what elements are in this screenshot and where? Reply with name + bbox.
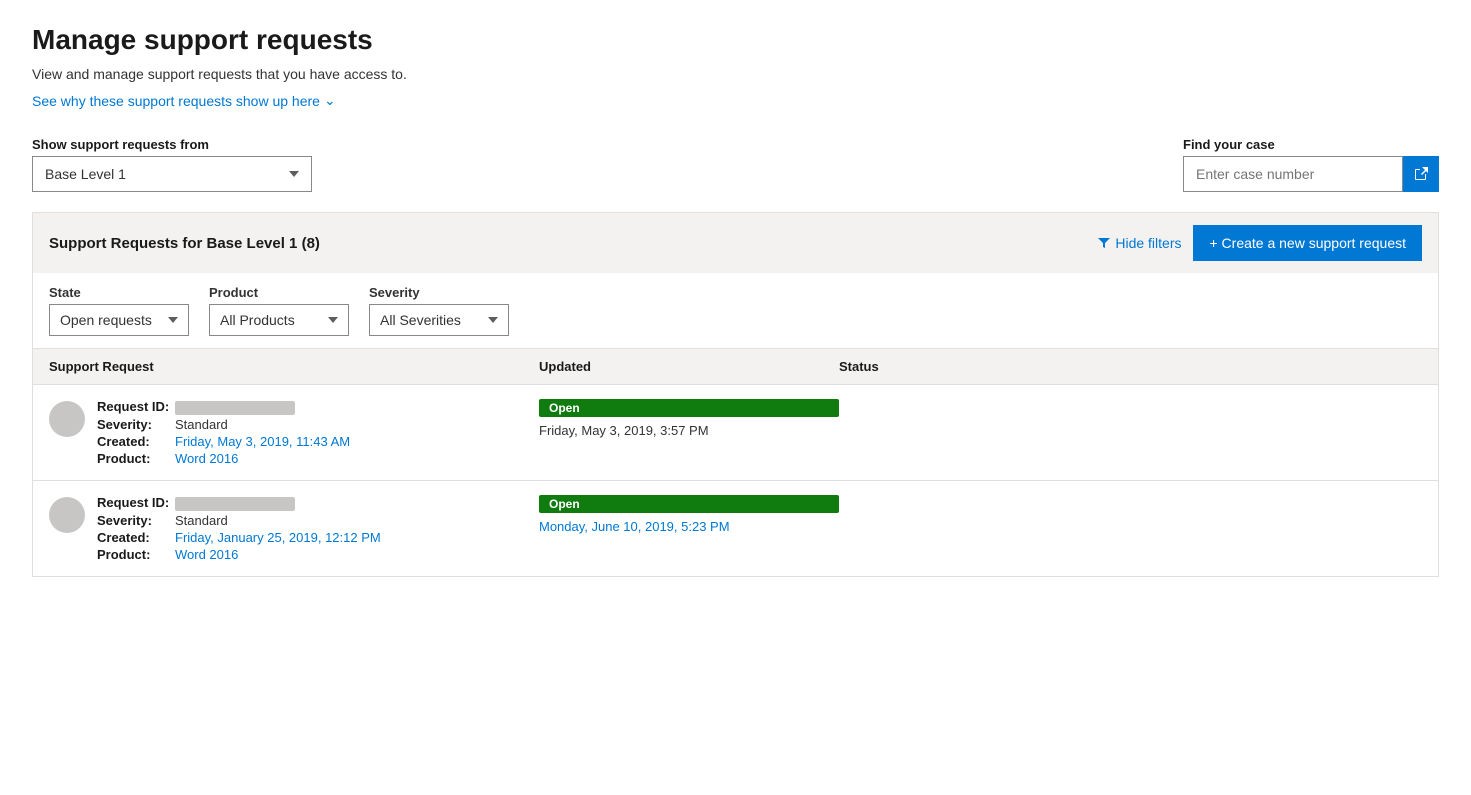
avatar-0 xyxy=(49,401,85,437)
create-support-request-button[interactable]: + Create a new support request xyxy=(1193,225,1422,261)
state-filter-group: State Open requests xyxy=(49,285,189,336)
severity-filter-dropdown[interactable]: All Severities xyxy=(369,304,509,336)
request-left-1: Request ID: Severity: Standard Created: … xyxy=(49,495,539,562)
created-row-1: Created: Friday, January 25, 2019, 12:12… xyxy=(97,530,381,545)
find-case-label: Find your case xyxy=(1183,137,1439,152)
severity-filter-group: Severity All Severities xyxy=(369,285,509,336)
product-chevron-icon xyxy=(328,317,338,323)
updated-date-1[interactable]: Monday, June 10, 2019, 5:23 PM xyxy=(539,519,839,534)
severity-filter-label: Severity xyxy=(369,285,509,300)
created-label-0: Created: xyxy=(97,434,169,449)
see-why-link[interactable]: See why these support requests show up h… xyxy=(32,92,336,109)
table-row: Request ID: Severity: Standard Created: … xyxy=(32,481,1439,577)
show-from-label: Show support requests from xyxy=(32,137,312,152)
request-details-0: Request ID: Severity: Standard Created: … xyxy=(97,399,350,466)
severity-label-1: Severity: xyxy=(97,513,169,528)
severity-row-0: Severity: Standard xyxy=(97,417,350,432)
page-title: Manage support requests xyxy=(32,24,1439,56)
hide-filters-button[interactable]: Hide filters xyxy=(1097,235,1181,251)
product-value-1[interactable]: Word 2016 xyxy=(175,547,238,562)
external-link-icon xyxy=(1413,166,1429,182)
column-headers: Support Request Updated Status xyxy=(32,349,1439,385)
find-case-group: Find your case xyxy=(1183,137,1439,192)
top-filters-row: Show support requests from Base Level 1 … xyxy=(32,137,1439,192)
request-id-label-0: Request ID: xyxy=(97,399,169,415)
product-filter-value: All Products xyxy=(220,312,295,328)
updated-col-0: Open Friday, May 3, 2019, 3:57 PM xyxy=(539,399,839,438)
product-filter-label: Product xyxy=(209,285,349,300)
state-chevron-icon xyxy=(168,317,178,323)
request-id-label-1: Request ID: xyxy=(97,495,169,511)
show-from-dropdown[interactable]: Base Level 1 xyxy=(32,156,312,192)
request-id-row-1: Request ID: xyxy=(97,495,381,511)
show-from-value: Base Level 1 xyxy=(45,166,126,182)
request-id-value-0 xyxy=(175,401,295,415)
created-label-1: Created: xyxy=(97,530,169,545)
show-from-filter-group: Show support requests from Base Level 1 xyxy=(32,137,312,192)
table-row: Request ID: Severity: Standard Created: … xyxy=(32,385,1439,481)
updated-col-1: Open Monday, June 10, 2019, 5:23 PM xyxy=(539,495,839,534)
product-value-0[interactable]: Word 2016 xyxy=(175,451,238,466)
find-case-button[interactable] xyxy=(1403,156,1439,192)
page-subtitle: View and manage support requests that yo… xyxy=(32,66,1439,82)
find-case-input-row xyxy=(1183,156,1439,192)
state-filter-label: State xyxy=(49,285,189,300)
updated-date-0: Friday, May 3, 2019, 3:57 PM xyxy=(539,423,839,438)
table-title: Support Requests for Base Level 1 (8) xyxy=(49,235,320,252)
product-label-1: Product: xyxy=(97,547,169,562)
filter-icon xyxy=(1097,236,1111,250)
request-left-0: Request ID: Severity: Standard Created: … xyxy=(49,399,539,466)
product-row-1: Product: Word 2016 xyxy=(97,547,381,562)
status-badge-0: Open xyxy=(539,399,839,417)
request-id-row-0: Request ID: xyxy=(97,399,350,415)
show-from-chevron-icon xyxy=(289,171,299,177)
request-details-1: Request ID: Severity: Standard Created: … xyxy=(97,495,381,562)
col-updated: Updated xyxy=(539,359,839,374)
chevron-down-icon: ⌄ xyxy=(324,92,336,109)
find-case-input[interactable] xyxy=(1183,156,1403,192)
filter-bar: State Open requests Product All Products… xyxy=(32,273,1439,349)
col-support-request: Support Request xyxy=(49,359,539,374)
created-value-1[interactable]: Friday, January 25, 2019, 12:12 PM xyxy=(175,530,381,545)
product-label-0: Product: xyxy=(97,451,169,466)
severity-filter-value: All Severities xyxy=(380,312,461,328)
created-value-0[interactable]: Friday, May 3, 2019, 11:43 AM xyxy=(175,434,350,449)
state-filter-dropdown[interactable]: Open requests xyxy=(49,304,189,336)
product-filter-dropdown[interactable]: All Products xyxy=(209,304,349,336)
state-filter-value: Open requests xyxy=(60,312,152,328)
status-badge-1: Open xyxy=(539,495,839,513)
table-header-bar: Support Requests for Base Level 1 (8) Hi… xyxy=(32,212,1439,273)
severity-label-0: Severity: xyxy=(97,417,169,432)
col-status: Status xyxy=(839,359,1422,374)
table-rows-container: Request ID: Severity: Standard Created: … xyxy=(32,385,1439,577)
severity-value-1: Standard xyxy=(175,513,228,528)
header-actions: Hide filters + Create a new support requ… xyxy=(1097,225,1422,261)
created-row-0: Created: Friday, May 3, 2019, 11:43 AM xyxy=(97,434,350,449)
product-filter-group: Product All Products xyxy=(209,285,349,336)
severity-row-1: Severity: Standard xyxy=(97,513,381,528)
avatar-1 xyxy=(49,497,85,533)
product-row-0: Product: Word 2016 xyxy=(97,451,350,466)
request-id-value-1 xyxy=(175,497,295,511)
severity-value-0: Standard xyxy=(175,417,228,432)
severity-chevron-icon xyxy=(488,317,498,323)
